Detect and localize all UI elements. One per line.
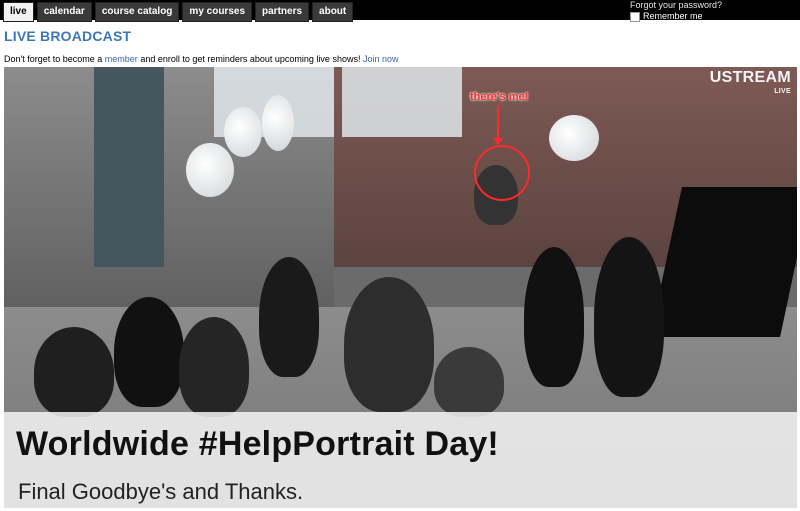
crowd-person bbox=[179, 317, 249, 417]
backdrop-cloth bbox=[94, 67, 164, 267]
member-link[interactable]: member bbox=[105, 54, 138, 64]
page-title: LIVE BROADCAST bbox=[4, 28, 132, 44]
annotation-label: there's me! bbox=[470, 91, 529, 103]
tab-my-courses[interactable]: my courses bbox=[182, 2, 253, 22]
tab-course-catalog[interactable]: course catalog bbox=[94, 2, 180, 22]
video-player[interactable]: there's me! USTREAM LIVE Worldwide #Help… bbox=[4, 67, 797, 508]
notice-middle: and enroll to get reminders about upcomi… bbox=[140, 54, 361, 64]
annotation-arrow bbox=[493, 105, 503, 145]
studio-window bbox=[342, 67, 462, 137]
photo-umbrella bbox=[186, 143, 234, 197]
login-box: Forgot your password? Remember me bbox=[629, 0, 722, 22]
forgot-password-link[interactable]: Forgot your password? bbox=[630, 0, 722, 11]
tab-about[interactable]: about bbox=[312, 2, 354, 22]
crowd-person bbox=[344, 277, 434, 412]
remember-me-row: Remember me bbox=[629, 11, 722, 22]
highlight-circle bbox=[474, 145, 530, 201]
top-navigation-bar: live calendar course catalog my courses … bbox=[0, 0, 800, 22]
notice-prefix: Don't forget to become a bbox=[4, 54, 103, 64]
remember-me-checkbox[interactable] bbox=[629, 11, 640, 22]
ustream-logo: USTREAM LIVE bbox=[709, 69, 791, 99]
crowd-person bbox=[34, 327, 114, 417]
notice-text: Don't forget to become a member and enro… bbox=[4, 54, 399, 64]
tab-calendar[interactable]: calendar bbox=[36, 2, 92, 22]
banner-title: Worldwide #HelpPortrait Day! bbox=[16, 425, 499, 463]
tab-partners[interactable]: partners bbox=[255, 2, 310, 22]
photo-umbrella bbox=[549, 115, 599, 161]
crowd-person bbox=[434, 347, 504, 417]
remember-me-label: Remember me bbox=[642, 11, 703, 21]
crowd-person bbox=[594, 237, 664, 397]
tab-live[interactable]: live bbox=[3, 2, 34, 22]
join-now-link[interactable]: Join now bbox=[363, 54, 399, 64]
main-nav: live calendar course catalog my courses … bbox=[3, 2, 354, 22]
ustream-brand: USTREAM bbox=[709, 69, 791, 86]
crowd-person bbox=[114, 297, 184, 407]
crowd-person bbox=[259, 257, 319, 377]
banner-subtitle: Final Goodbye's and Thanks. bbox=[18, 479, 304, 504]
crowd-person bbox=[524, 247, 584, 387]
photo-umbrella bbox=[262, 95, 294, 151]
ustream-live-label: LIVE bbox=[774, 88, 791, 95]
photo-umbrella bbox=[224, 107, 262, 157]
